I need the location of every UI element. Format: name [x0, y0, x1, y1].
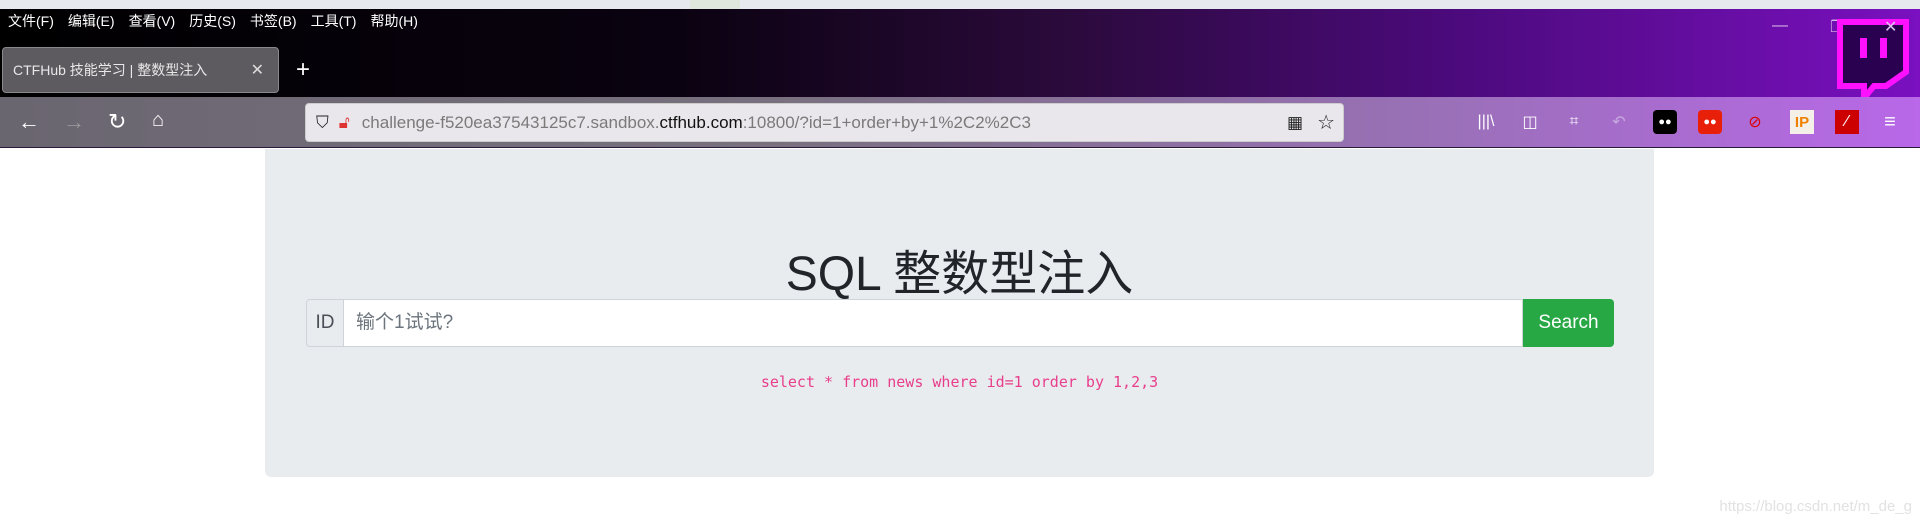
id-label: ID [306, 299, 344, 347]
shield-icon[interactable]: ⛉ [316, 113, 329, 133]
watermark: https://blog.csdn.net/m_de_g [1719, 498, 1912, 515]
challenge-panel: SQL 整数型注入 ID Search select * from news w… [265, 149, 1654, 477]
menu-tools[interactable]: 工具(T) [311, 11, 357, 31]
sql-query-text: select * from news where id=1 order by 1… [760, 373, 1159, 391]
tab-close-icon[interactable]: ✕ [251, 60, 264, 80]
tab-active[interactable]: CTFHub 技能学习 | 整数型注入 ✕ [2, 47, 279, 93]
browser-titlebar: 文件(F) 编辑(E) 查看(V) 历史(S) 书签(B) 工具(T) 帮助(H… [0, 9, 1920, 100]
navigation-toolbar: ← → ↻ ⌂ ⛉ 🔓︎ challenge-f520ea37543125c7.… [0, 97, 1920, 148]
menu-bookmarks[interactable]: 书签(B) [250, 11, 297, 31]
search-button[interactable]: Search [1523, 299, 1614, 347]
url-host: ctfhub.com [659, 112, 743, 132]
qr-code-icon[interactable]: ▦ [1287, 113, 1303, 133]
menu-bar: 文件(F) 编辑(E) 查看(V) 历史(S) 书签(B) 工具(T) 帮助(H… [8, 11, 418, 31]
back-icon[interactable]: ← [18, 109, 40, 135]
minimize-icon[interactable]: — [1772, 17, 1788, 35]
reload-icon[interactable]: ↻ [108, 109, 126, 135]
id-input[interactable] [344, 299, 1523, 347]
page-title: SQL 整数型注入 [785, 248, 1134, 301]
menu-file[interactable]: 文件(F) [8, 11, 54, 31]
sidebar-icon[interactable]: ◫ [1518, 110, 1542, 134]
hackbar-icon[interactable]: ⁄ [1835, 110, 1859, 134]
search-form: ID Search [306, 299, 1614, 347]
bookmark-star-icon[interactable]: ☆ [1317, 110, 1335, 135]
library-icon[interactable]: |||\ [1474, 110, 1498, 134]
tampermonkey-red-icon[interactable]: ●● [1698, 110, 1722, 134]
menu-icon[interactable]: ≡ [1878, 110, 1902, 134]
twitch-logo-icon [1837, 19, 1909, 100]
undo-icon[interactable]: ↶ [1607, 110, 1631, 134]
tampermonkey-icon[interactable]: ●● [1653, 110, 1677, 134]
menu-help[interactable]: 帮助(H) [370, 11, 417, 31]
url-prefix: challenge-f520ea37543125c7.sandbox. [361, 112, 660, 132]
insecure-lock-icon[interactable]: 🔓︎ [339, 113, 350, 133]
forward-icon[interactable]: → [63, 109, 85, 135]
new-tab-icon[interactable]: + [296, 56, 310, 84]
close-window-icon[interactable]: ✕ [1884, 17, 1897, 37]
blocked-extension-icon[interactable]: ⊘ [1743, 110, 1767, 134]
menu-view[interactable]: 查看(V) [129, 11, 176, 31]
tab-title: CTFHub 技能学习 | 整数型注入 [13, 62, 208, 78]
url-bar[interactable]: ⛉ 🔓︎ challenge-f520ea37543125c7.sandbox.… [305, 103, 1344, 142]
menu-edit[interactable]: 编辑(E) [68, 11, 115, 31]
desktop-top-strip [0, 0, 1920, 9]
ip-icon[interactable]: IP [1790, 110, 1814, 134]
home-icon[interactable]: ⌂ [152, 109, 164, 132]
crop-icon[interactable]: ⌗ [1562, 110, 1586, 134]
menu-history[interactable]: 历史(S) [189, 11, 236, 31]
url-suffix: :10800/?id=1+order+by+1%2C2%2C3 [742, 112, 1031, 132]
